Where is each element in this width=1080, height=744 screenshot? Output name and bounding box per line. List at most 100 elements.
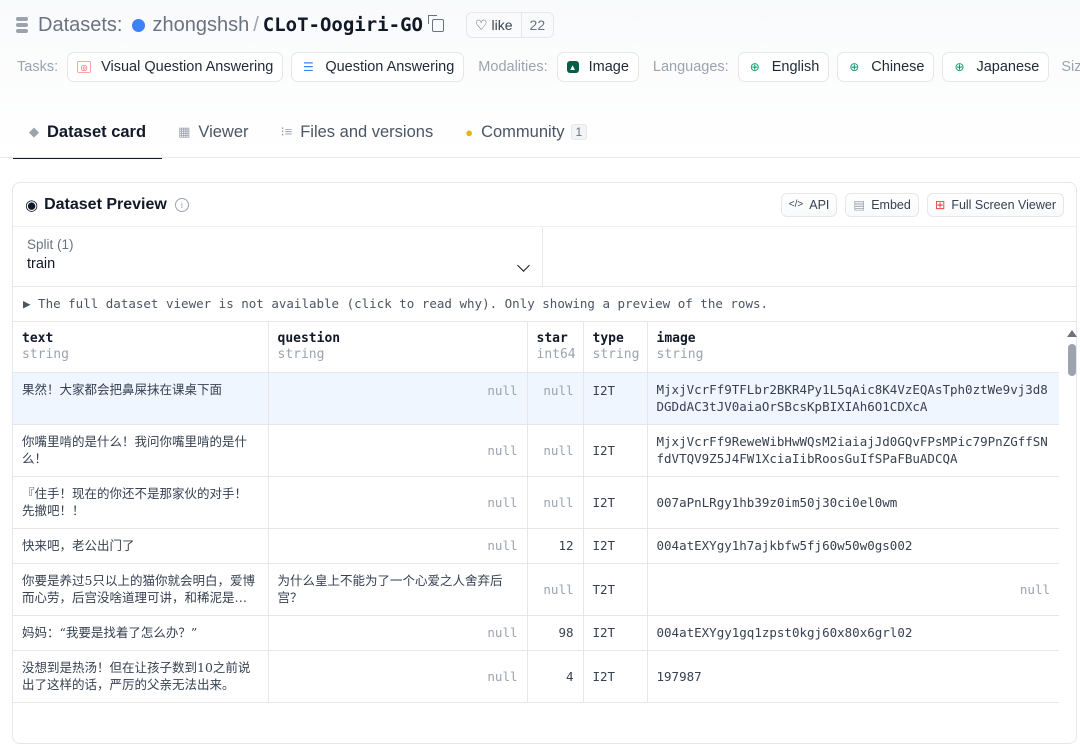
eye-icon: ◉	[25, 196, 39, 214]
cell-value: 你嘴里啃的是什么！我问你嘴里啃的是什么！	[22, 434, 248, 466]
fullscreen-label: Full Screen Viewer	[951, 197, 1056, 212]
tag-japanese[interactable]: ⊕ Japanese	[942, 52, 1050, 82]
cell-value: 果然！大家都会把鼻屎抹在课桌下面	[22, 381, 223, 397]
column-header-question[interactable]: question string	[268, 322, 528, 373]
cell-text: 你要是养过5只以上的猫你就会明白，爱博而心劳，后宫没啥道理可讲，和稀泥是常态	[13, 563, 269, 616]
code-icon: </>	[788, 199, 804, 210]
cell-question: null	[268, 528, 528, 564]
table-row[interactable]: 果然！大家都会把鼻屎抹在课桌下面 null null I2T MjxjVcrFf…	[13, 372, 1059, 425]
column-name: star	[536, 331, 568, 346]
tag-label: Japanese	[976, 59, 1040, 75]
api-label: API	[809, 197, 830, 212]
table-row[interactable]: 你要是养过5只以上的猫你就会明白，爱博而心劳，后宫没啥道理可讲，和稀泥是常态 为…	[13, 563, 1059, 616]
tab-label: Community	[481, 122, 565, 141]
tasks-label: Tasks:	[17, 59, 59, 75]
globe-icon: ⊕	[849, 60, 860, 74]
cell-text: 果然！大家都会把鼻屎抹在课桌下面	[13, 372, 269, 425]
cell-value: 没想到是热汤！但在让孩子数到10之前说出了这样的话，严厉的父亲无法出来。	[22, 660, 251, 692]
cell-type: I2T	[583, 615, 648, 651]
embed-label: Embed	[871, 197, 911, 212]
cell-value: MjxjVcrFf9TFLbr2BKR4Py1L5qAic8K4VzEQAsTp…	[656, 381, 1048, 414]
column-header-type[interactable]: type string	[583, 322, 648, 373]
table-row[interactable]: 快来吧，老公出门了 null 12 I2T 004atEXYgy1h7ajkbf…	[13, 528, 1059, 564]
tab-files-and-versions[interactable]: ⁝≡ Files and versions	[265, 106, 450, 158]
column-name: text	[22, 331, 54, 346]
cell-question: null	[268, 615, 528, 651]
cell-question: null	[268, 476, 528, 529]
column-header-star[interactable]: star int64	[527, 322, 584, 373]
like-label: like	[491, 17, 513, 33]
tag-visual-question-answering[interactable]: ◎ Visual Question Answering	[67, 52, 284, 82]
tab-dataset-card[interactable]: ◆ Dataset card	[13, 106, 163, 159]
preview-title: Dataset Preview	[44, 195, 167, 213]
table-row[interactable]: 妈妈：“我要是找着了怎么办？” null 98 I2T 004atEXYgy1g…	[13, 615, 1059, 651]
cell-star: null	[527, 476, 584, 529]
table-icon: ▦	[178, 124, 191, 139]
preview-table: text string question string star int64 type…	[13, 322, 1059, 703]
cell-value: MjxjVcrFf9ReweWibHwWQsM2iaiajJd0GQvFPsMP…	[656, 434, 1048, 466]
grid-icon: ⊞	[934, 198, 946, 212]
table-row[interactable]: 你嘴里啃的是什么！我问你嘴里啃的是什么！ null null I2T MjxjV…	[13, 424, 1059, 477]
cell-image: MjxjVcrFf9ReweWibHwWQsM2iaiajJd0GQvFPsMP…	[647, 424, 1059, 477]
column-header-image[interactable]: image string	[647, 322, 1059, 373]
embed-button[interactable]: ▤ Embed	[845, 192, 919, 217]
tag-image[interactable]: ▲ Image	[556, 52, 639, 82]
column-type: int64	[536, 347, 576, 362]
tag-english[interactable]: ⊕ English	[737, 52, 830, 82]
cell-star: null	[527, 424, 584, 477]
cube-icon: ◆	[29, 124, 39, 139]
table-scrollbar[interactable]	[1065, 322, 1079, 722]
viewer-unavailable-notice[interactable]: ▶ The full dataset viewer is not availab…	[13, 287, 1076, 322]
copy-icon[interactable]	[427, 14, 444, 32]
path-separator: /	[253, 13, 259, 36]
split-value: train	[27, 256, 56, 272]
owner-link[interactable]: zhongshsh	[152, 14, 249, 37]
split-select[interactable]: Split (1) train	[13, 227, 543, 286]
tag-label: English	[771, 59, 820, 75]
split-label: Split (1)	[27, 237, 74, 252]
cell-text: 没想到是热汤！但在让孩子数到10之前说出了这样的话，严厉的父亲无法出来。	[13, 650, 269, 703]
size-label: Size:	[1061, 59, 1080, 75]
tag-question-answering[interactable]: ☰ Question Answering	[291, 52, 465, 82]
api-button[interactable]: </> API	[780, 192, 838, 217]
tab-label: Dataset card	[47, 122, 147, 141]
full-screen-viewer-button[interactable]: ⊞ Full Screen Viewer	[926, 192, 1064, 217]
cell-type: I2T	[583, 476, 648, 529]
qa-icon: ☰	[302, 60, 314, 74]
info-icon[interactable]: i	[174, 197, 189, 212]
languages-label: Languages:	[652, 59, 729, 75]
cell-type: I2T	[583, 650, 648, 703]
files-icon: ⁝≡	[280, 124, 293, 139]
cell-type: I2T	[583, 528, 648, 564]
tab-label: Viewer	[198, 122, 249, 141]
like-button[interactable]: ♡ like 22	[465, 12, 555, 38]
cell-type: T2T	[583, 563, 648, 616]
column-type: string	[592, 347, 640, 362]
column-type: string	[22, 347, 69, 362]
repo-name[interactable]: CLoT-Oogiri-GO	[263, 14, 423, 36]
tab-community[interactable]: ● Community 1	[449, 106, 603, 158]
cell-text: 快来吧，老公出门了	[13, 528, 269, 564]
repo-tabs: ◆ Dataset card ▦ Viewer ⁝≡ Files and versio…	[13, 106, 603, 159]
tag-label: Question Answering	[325, 59, 455, 75]
tab-viewer[interactable]: ▦ Viewer	[162, 106, 264, 158]
scrollbar-thumb[interactable]	[1068, 344, 1076, 376]
vqa-icon: ◎	[77, 61, 92, 73]
cell-image: 004atEXYgy1gq1zpst0kgj60x80x6grl02	[647, 615, 1059, 651]
datasets-breadcrumb[interactable]: Datasets:	[38, 14, 122, 37]
cell-question: null	[268, 424, 528, 477]
cell-image: 197987	[647, 650, 1059, 703]
column-type: string	[277, 347, 325, 362]
cell-star: null	[527, 563, 584, 616]
tag-label: Chinese	[871, 59, 925, 75]
scroll-up-icon[interactable]	[1067, 330, 1077, 337]
tag-chinese[interactable]: ⊕ Chinese	[837, 52, 935, 82]
column-name: type	[592, 331, 624, 346]
table-row[interactable]: 『住手！现在的你还不是那家伙的对手！先撤吧！！ null null I2T 00…	[13, 476, 1059, 529]
tag-label: Visual Question Answering	[101, 59, 274, 75]
tag-bar: Tasks: ◎ Visual Question Answering ☰ Quest…	[17, 52, 1080, 82]
table-row[interactable]: 没想到是热汤！但在让孩子数到10之前说出了这样的话，严厉的父亲无法出来。 nul…	[13, 650, 1059, 703]
column-header-text[interactable]: text string	[13, 322, 269, 373]
preview-header: ◉ Dataset Preview i </> API ▤ Embed ⊞ Full …	[13, 183, 1076, 227]
table-header-row: text string question string star int64 type…	[13, 322, 1059, 373]
